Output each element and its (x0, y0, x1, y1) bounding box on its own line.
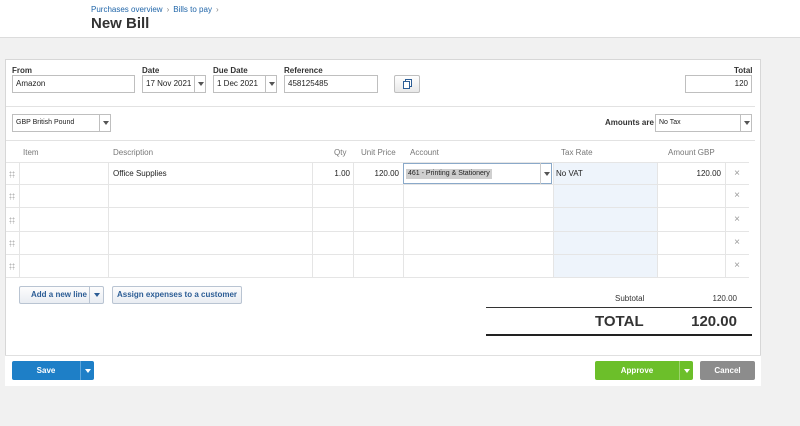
header-unit-price: Unit Price (361, 148, 396, 157)
header-description: Description (113, 148, 154, 157)
amounts-are-select[interactable]: No Tax (655, 114, 752, 132)
table-row: × (6, 255, 749, 278)
divider (6, 140, 755, 141)
header-amount: Amount GBP (668, 148, 715, 157)
due-date-value: 1 Dec 2021 (217, 79, 258, 88)
header-qty: Qty (334, 148, 347, 157)
date-label: Date (142, 66, 160, 75)
table-row: Office Supplies 1.00 120.00 No VAT 120.0… (6, 162, 749, 185)
chevron-down-icon[interactable] (99, 115, 110, 131)
subtotal-value: 120.00 (712, 294, 737, 303)
copy-button[interactable] (394, 75, 420, 93)
amounts-are-value: No Tax (659, 119, 681, 126)
total-input[interactable]: 120 (685, 75, 752, 93)
approve-button[interactable]: Approve (595, 361, 693, 380)
drag-handle-icon[interactable] (9, 171, 15, 178)
breadcrumb-purchases-overview[interactable]: Purchases overview (91, 5, 163, 14)
close-icon[interactable]: × (725, 209, 749, 231)
amounts-are-label: Amounts are (605, 118, 654, 127)
breadcrumb: Purchases overview › Bills to pay › (91, 5, 223, 14)
due-date-picker[interactable]: 1 Dec 2021 (213, 75, 277, 93)
cell-unit-price[interactable]: 120.00 (354, 163, 399, 184)
subtotal-label: Subtotal (615, 294, 645, 303)
cell-item[interactable] (22, 163, 107, 184)
currency-value: GBP British Pound (16, 119, 75, 126)
close-icon[interactable]: × (725, 255, 749, 277)
drag-handle-icon[interactable] (9, 240, 15, 247)
line-items-table: Office Supplies 1.00 120.00 No VAT 120.0… (6, 162, 749, 278)
drag-handle-icon[interactable] (9, 193, 15, 200)
breadcrumb-separator: › (166, 5, 170, 14)
cancel-button[interactable]: Cancel (700, 361, 755, 380)
table-row: × (6, 185, 749, 208)
close-icon[interactable]: × (725, 185, 749, 207)
total-label: Total (734, 66, 753, 75)
total-rule (486, 334, 752, 336)
add-line-label: Add a new line (31, 290, 88, 299)
table-row: × (6, 209, 749, 232)
cell-qty[interactable]: 1.00 (313, 163, 350, 184)
reference-input[interactable]: 458125485 (284, 75, 378, 93)
header-account: Account (410, 148, 439, 157)
date-picker[interactable]: 17 Nov 2021 (142, 75, 206, 93)
chevron-down-icon[interactable] (540, 163, 552, 184)
header-tax-rate: Tax Rate (561, 148, 593, 157)
drag-handle-icon[interactable] (9, 217, 15, 224)
save-button[interactable]: Save (12, 361, 94, 380)
currency-select[interactable]: GBP British Pound (12, 114, 111, 132)
chevron-down-icon[interactable] (89, 287, 103, 303)
save-label: Save (36, 366, 56, 375)
page-header: Purchases overview › Bills to pay › New Bil… (0, 0, 800, 38)
breadcrumb-separator: › (215, 5, 219, 14)
total-value: 120.00 (691, 313, 737, 330)
chevron-down-icon[interactable] (80, 361, 94, 380)
account-value: 461 - Printing & Stationery (406, 169, 492, 179)
header-item: Item (23, 148, 39, 157)
cell-amount[interactable]: 120.00 (658, 163, 721, 184)
cell-tax-rate[interactable]: No VAT (556, 163, 651, 184)
divider (6, 106, 755, 107)
breadcrumb-bills-to-pay[interactable]: Bills to pay (173, 5, 212, 14)
chevron-down-icon[interactable] (265, 76, 276, 92)
due-date-label: Due Date (213, 66, 248, 75)
chevron-down-icon[interactable] (740, 115, 751, 131)
add-line-button[interactable]: Add a new line (19, 286, 104, 304)
cell-description[interactable]: Office Supplies (113, 163, 313, 184)
total-label: TOTAL (595, 313, 644, 330)
date-value: 17 Nov 2021 (146, 79, 192, 88)
table-row: × (6, 232, 749, 255)
page-title: New Bill (91, 15, 150, 32)
approve-label: Approve (620, 366, 654, 375)
close-icon[interactable]: × (725, 232, 749, 254)
chevron-down-icon[interactable] (194, 76, 205, 92)
reference-label: Reference (284, 66, 323, 75)
chevron-down-icon[interactable] (679, 361, 693, 380)
close-icon[interactable]: × (725, 163, 749, 185)
copy-icon (402, 79, 412, 89)
from-label: From (12, 66, 32, 75)
subtotal-rule (486, 307, 752, 308)
account-select[interactable]: 461 - Printing & Stationery (403, 163, 552, 184)
assign-expenses-button[interactable]: Assign expenses to a customer (112, 286, 242, 304)
drag-handle-icon[interactable] (9, 263, 15, 270)
from-input[interactable]: Amazon (12, 75, 135, 93)
